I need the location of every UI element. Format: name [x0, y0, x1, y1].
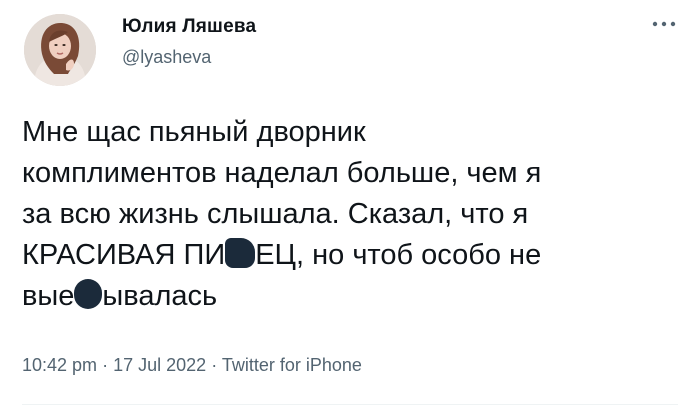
tweet-line: комплиментов наделал больше, чем я [22, 157, 542, 189]
author-handle[interactable]: @lyasheva [122, 47, 211, 68]
tweet-line-part: КРАСИВАЯ ПИ [22, 239, 226, 271]
tweet-text: Мне щас пьяный дворник комплиментов наде… [22, 112, 682, 317]
tweet-line-part: вые [22, 280, 75, 312]
divider [22, 404, 678, 405]
tweet-line: за всю жизнь слышала. Сказал, что я [22, 198, 529, 230]
tweet-line: КРАСИВАЯ ПИ ЕЦ, но чтоб особо не [22, 235, 682, 276]
tweet-line-part: ывалась [102, 280, 218, 312]
meta-separator: · [211, 355, 218, 375]
tweet-time[interactable]: 10:42 pm [22, 355, 97, 375]
tweet-card: Юлия Ляшева @lyasheva Мне щас пьяный дво… [0, 0, 700, 411]
tweet-source[interactable]: Twitter for iPhone [222, 355, 362, 375]
user-avatar-image [24, 14, 96, 86]
tweet-line: вые ывалась [22, 276, 682, 317]
tweet-line: Мне щас пьяный дворник [22, 116, 366, 148]
more-horizontal-icon[interactable] [650, 14, 678, 34]
tweet-meta: 10:42 pm · 17 Jul 2022 · Twitter for iPh… [22, 355, 362, 376]
tweet-line-part: ЕЦ, но чтоб особо не [255, 239, 542, 271]
meta-separator: · [102, 355, 109, 375]
tweet-date[interactable]: 17 Jul 2022 [113, 355, 206, 375]
censor-blob [225, 238, 256, 268]
author-name[interactable]: Юлия Ляшева [122, 16, 256, 38]
author-avatar[interactable] [24, 14, 96, 86]
censor-blob [74, 279, 103, 309]
